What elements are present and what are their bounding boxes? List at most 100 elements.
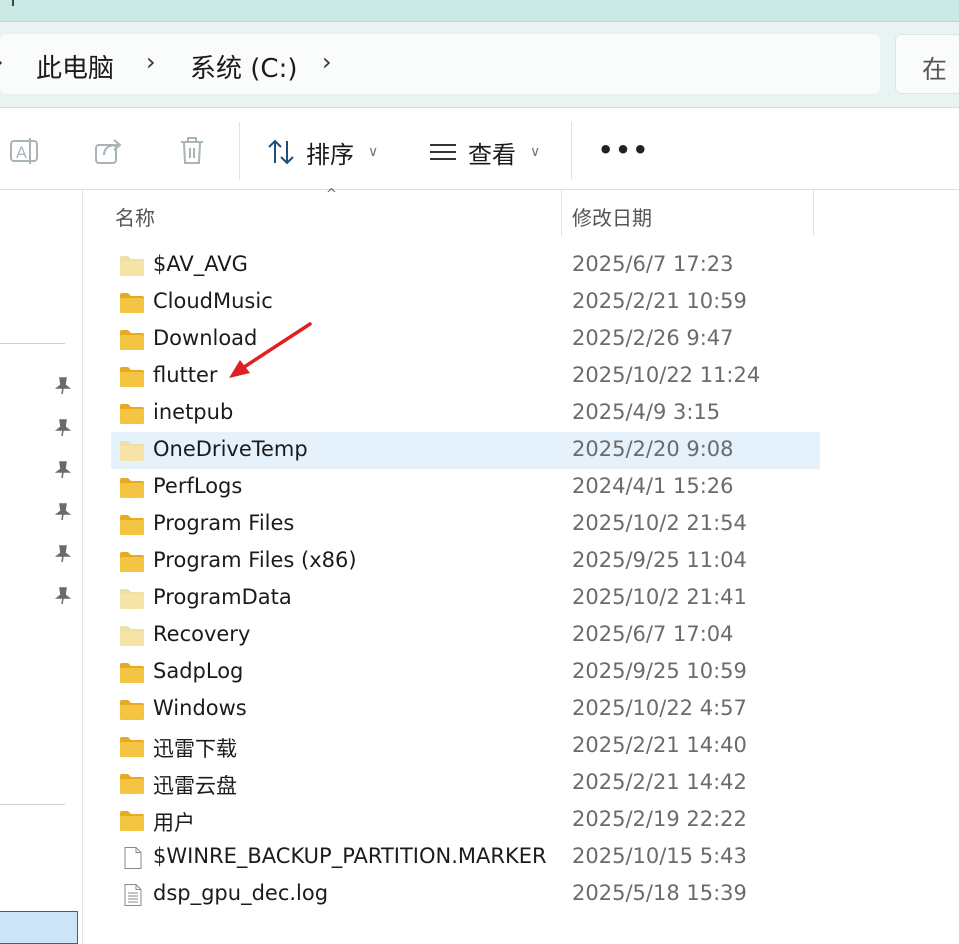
breadcrumb-separator-icon[interactable]: › xyxy=(146,48,156,76)
view-lines-icon xyxy=(430,144,456,160)
file-date-modified: 2025/10/2 21:41 xyxy=(572,585,747,609)
column-resize-handle[interactable] xyxy=(813,190,814,236)
file-name: PerfLogs xyxy=(153,474,243,498)
folder-icon xyxy=(120,404,144,424)
file-name: $AV_AVG xyxy=(153,252,248,276)
file-row[interactable]: 迅雷下载 2025/2/21 14:40 xyxy=(111,728,820,765)
file-row[interactable]: Program Files (x86) 2025/9/25 11:04 xyxy=(111,543,820,580)
file-date-modified: 2025/6/7 17:04 xyxy=(572,622,734,646)
file-name: 迅雷下载 xyxy=(153,737,237,761)
file-row[interactable]: 迅雷云盘 2025/2/21 14:42 xyxy=(111,765,820,802)
more-options-button[interactable]: ••• xyxy=(598,136,650,164)
column-header-date-modified[interactable]: 修改日期 xyxy=(572,202,652,231)
file-row[interactable]: Download 2025/2/26 9:47 xyxy=(111,321,820,358)
file-row[interactable]: PerfLogs 2024/4/1 15:26 xyxy=(111,469,820,506)
delete-icon[interactable] xyxy=(176,135,208,167)
file-row[interactable]: SadpLog 2025/9/25 10:59 xyxy=(111,654,820,691)
file-date-modified: 2025/2/21 14:40 xyxy=(572,733,747,757)
file-name: ProgramData xyxy=(153,585,292,609)
folder-icon xyxy=(120,515,144,535)
file-row[interactable]: inetpub 2025/4/9 3:15 xyxy=(111,395,820,432)
folder-icon xyxy=(120,663,144,683)
view-label: 查看 xyxy=(468,140,516,169)
sort-button[interactable]: 排序 ∨ xyxy=(266,136,379,169)
file-date-modified: 2025/10/22 11:24 xyxy=(572,363,761,387)
folder-icon xyxy=(120,367,144,387)
file-date-modified: 2025/2/26 9:47 xyxy=(572,326,734,350)
file-row[interactable]: Program Files 2025/10/2 21:54 xyxy=(111,506,820,543)
file-name: inetpub xyxy=(153,400,234,424)
nav-divider xyxy=(0,804,65,805)
column-header-name[interactable]: 名称 xyxy=(115,202,155,231)
folder-faded-icon xyxy=(120,256,144,276)
folder-icon xyxy=(120,737,144,757)
breadcrumb-separator-icon[interactable]: › xyxy=(322,48,332,76)
file-list: ^ 名称 修改日期 $AV_AVG 2025/6/7 17:23 CloudMusi… xyxy=(83,187,959,944)
file-row[interactable]: $AV_AVG 2025/6/7 17:23 xyxy=(111,247,820,284)
breadcrumb-system-c[interactable]: 系统 (C:) xyxy=(190,48,297,85)
pin-icon[interactable] xyxy=(55,545,71,563)
file-date-modified: 2025/9/25 10:59 xyxy=(572,659,747,683)
folder-faded-icon xyxy=(120,589,144,609)
file-row[interactable]: CloudMusic 2025/2/21 10:59 xyxy=(111,284,820,321)
file-name: Program Files xyxy=(153,511,295,535)
file-row[interactable]: $WINRE_BACKUP_PARTITION.MARKER 2025/10/15… xyxy=(111,839,820,876)
file-date-modified: 2025/4/9 3:15 xyxy=(572,400,721,424)
file-name: Recovery xyxy=(153,622,251,646)
file-name: Windows xyxy=(153,696,247,720)
pin-icon[interactable] xyxy=(55,587,71,605)
pin-icon[interactable] xyxy=(55,419,71,437)
folder-icon xyxy=(120,774,144,794)
file-name: 用户 xyxy=(153,811,195,835)
pin-icon[interactable] xyxy=(55,503,71,521)
file-row[interactable]: ProgramData 2025/10/2 21:41 xyxy=(111,580,820,617)
sort-arrows-icon xyxy=(268,139,294,165)
nav-selected-item[interactable] xyxy=(0,911,78,944)
pin-icon[interactable] xyxy=(55,461,71,479)
file-date-modified: 2025/6/7 17:23 xyxy=(572,252,734,276)
file-date-modified: 2025/2/20 9:08 xyxy=(572,437,734,461)
folder-icon xyxy=(120,811,144,831)
column-header-row: ^ 名称 修改日期 xyxy=(83,187,959,236)
file-row[interactable]: OneDriveTemp 2025/2/20 9:08 xyxy=(111,432,820,469)
file-row[interactable]: dsp_gpu_dec.log 2025/5/18 15:39 xyxy=(111,876,820,913)
column-resize-handle[interactable] xyxy=(561,190,562,236)
svg-text:A: A xyxy=(16,143,27,162)
view-button[interactable]: 查看 ∨ xyxy=(428,136,540,169)
address-row: › 此电脑 › 系统 (C:) › 在 xyxy=(0,22,959,108)
folder-icon xyxy=(120,330,144,350)
folder-icon xyxy=(120,700,144,720)
file-date-modified: 2025/10/2 21:54 xyxy=(572,511,747,535)
file-name: OneDriveTemp xyxy=(153,437,308,461)
file-date-modified: 2025/2/21 10:59 xyxy=(572,289,747,313)
file-date-modified: 2025/10/15 5:43 xyxy=(572,844,747,868)
command-bar: A 排序 ∨ 查看 ∨ ••• xyxy=(0,108,959,190)
file-name: $WINRE_BACKUP_PARTITION.MARKER xyxy=(153,844,547,868)
file-date-modified: 2025/2/19 22:22 xyxy=(572,807,747,831)
file-name: CloudMusic xyxy=(153,289,273,313)
file-icon xyxy=(124,847,142,869)
rename-icon[interactable]: A xyxy=(8,135,40,167)
breadcrumb-this-pc[interactable]: 此电脑 xyxy=(36,48,114,85)
title-bar-edge xyxy=(12,0,14,6)
file-row[interactable]: flutter 2025/10/22 11:24 xyxy=(111,358,820,395)
pin-icon[interactable] xyxy=(55,377,71,395)
sort-ascending-icon: ^ xyxy=(326,187,337,202)
file-row[interactable]: 用户 2025/2/19 22:22 xyxy=(111,802,820,839)
file-name: flutter xyxy=(153,363,218,387)
chevron-down-icon: ∨ xyxy=(368,144,379,160)
address-bar[interactable] xyxy=(0,34,880,94)
navigation-pane xyxy=(0,190,83,944)
file-name: dsp_gpu_dec.log xyxy=(153,881,329,905)
search-box[interactable]: 在 xyxy=(895,34,959,94)
nav-divider xyxy=(0,343,65,344)
share-icon[interactable] xyxy=(92,135,124,167)
file-date-modified: 2025/5/18 15:39 xyxy=(572,881,747,905)
annotation-arrow-icon xyxy=(229,322,312,378)
file-row[interactable]: Windows 2025/10/22 4:57 xyxy=(111,691,820,728)
folder-faded-icon xyxy=(120,441,144,461)
file-date-modified: 2025/10/22 4:57 xyxy=(572,696,747,720)
file-date-modified: 2024/4/1 15:26 xyxy=(572,474,734,498)
file-row[interactable]: Recovery 2025/6/7 17:04 xyxy=(111,617,820,654)
file-date-modified: 2025/2/21 14:42 xyxy=(572,770,747,794)
